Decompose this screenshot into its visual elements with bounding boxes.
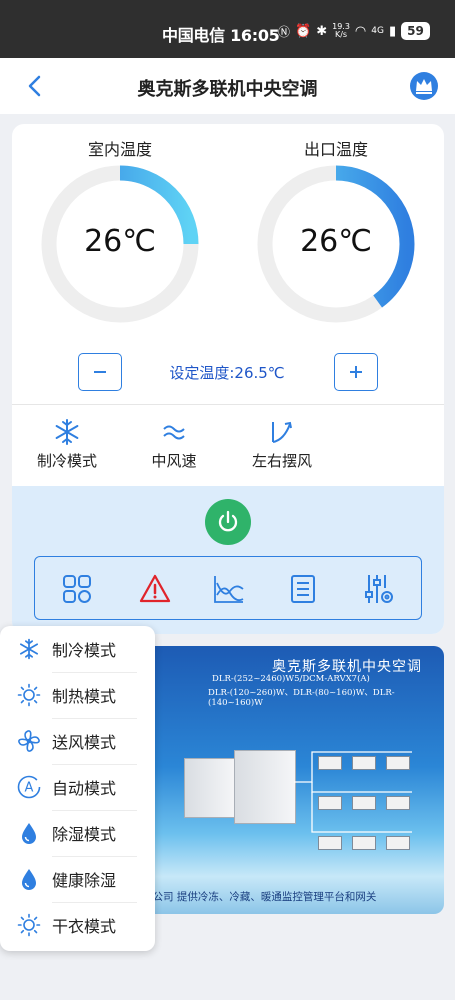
sun-icon — [17, 683, 41, 707]
decrease-temp-button[interactable] — [78, 353, 122, 391]
nav-bar: 奥克斯多联机中央空调 — [0, 58, 455, 114]
list-icon — [291, 575, 315, 603]
snowflake-icon — [55, 419, 79, 445]
alarm-icon: ⏰ — [295, 23, 312, 39]
mode-fan-speed-label: 中风速 — [151, 452, 197, 470]
indoor-temp-value: 26℃ — [84, 224, 156, 259]
auto-icon: A — [17, 775, 41, 799]
net-speed: 19.3 K/s — [332, 23, 350, 39]
menu-item-dehumidify[interactable]: 除湿模式 — [0, 810, 155, 856]
settings-button[interactable] — [361, 571, 397, 607]
menu-item-healthy-dehumidify[interactable]: 健康除湿 — [0, 856, 155, 902]
outlet-temp-label: 出口温度 — [303, 140, 368, 159]
menu-item-auto[interactable]: A 自动模式 — [0, 764, 155, 810]
control-card: 室内温度 26℃ 出口温度 26℃ 设定温度:26.5℃ 制冷模式 中风速 左右… — [12, 124, 444, 634]
swing-icon — [272, 421, 292, 443]
banner-model-line2: DLR-(120~260)W、DLR-(80~160)W、DLR-(140~16… — [208, 688, 395, 708]
power-button[interactable] — [205, 499, 251, 545]
chart-button[interactable] — [211, 571, 247, 607]
battery-indicator: 59 — [401, 22, 430, 40]
function-toolbar — [34, 556, 422, 620]
droplet-icon — [22, 823, 36, 844]
indoor-unit — [352, 836, 376, 850]
menu-item-cooling[interactable]: 制冷模式 — [0, 626, 155, 672]
grid-button[interactable] — [59, 571, 95, 607]
settings-sliders-icon — [365, 575, 393, 603]
indoor-unit — [318, 836, 342, 850]
crown-icon[interactable] — [409, 71, 439, 101]
indoor-unit — [318, 796, 342, 810]
page-title: 奥克斯多联机中央空调 — [137, 79, 318, 100]
menu-item-label: 送风模式 — [52, 733, 117, 752]
indoor-unit — [386, 756, 410, 770]
carrier-time: 中国电信 16:05 — [162, 26, 280, 45]
menu-item-dry-clothes[interactable]: 干衣模式 — [0, 902, 155, 948]
snowflake-icon — [19, 638, 39, 660]
mode-dropdown-menu: 制冷模式 制热模式 送风模式 A 自动模式 除湿模式 健康除湿 干衣模式 — [0, 626, 155, 951]
mode-swing[interactable]: 左右摆风 — [245, 418, 319, 471]
nfc-icon: Ⓝ — [278, 24, 291, 39]
svg-text:A: A — [25, 781, 34, 796]
fan-icon — [18, 730, 40, 752]
menu-item-label: 健康除湿 — [52, 871, 117, 890]
grid-icon — [63, 575, 91, 603]
banner-title: 奥克斯多联机中央空调 — [272, 659, 422, 675]
warning-icon — [139, 574, 171, 603]
menu-item-fan[interactable]: 送风模式 — [0, 718, 155, 764]
net-speed-unit: K/s — [334, 30, 348, 39]
plus-icon — [350, 366, 362, 378]
droplet-icon — [22, 869, 36, 890]
indoor-unit — [318, 756, 342, 770]
banner-model-line1: DLR-(252~2460)W5/DCM-ARVX7(A) — [212, 674, 370, 684]
indoor-unit — [386, 836, 410, 850]
bluetooth-icon: ✱ — [316, 23, 328, 39]
menu-item-label: 除湿模式 — [52, 825, 117, 844]
power-icon — [218, 510, 238, 532]
divider — [12, 404, 444, 405]
signal-icon: ▮ — [388, 23, 397, 39]
indoor-temp-label: 室内温度 — [87, 140, 152, 159]
menu-item-label: 制热模式 — [52, 687, 117, 706]
sun-icon — [17, 913, 41, 937]
indoor-unit — [352, 796, 376, 810]
wind-icon — [163, 425, 185, 440]
banner-footer: 限公司 提供冷冻、冷藏、暖通监控管理平台和网关 — [142, 891, 377, 903]
mode-fan-speed[interactable]: 中风速 — [142, 418, 206, 471]
indoor-unit — [386, 796, 410, 810]
network-type: 4G — [371, 26, 384, 36]
menu-item-label: 自动模式 — [52, 779, 117, 798]
status-icons: Ⓝ ⏰ ✱ 19.3 K/s ◠ 4G ▮ 59 — [278, 22, 430, 40]
outdoor-unit-image — [184, 758, 236, 818]
increase-temp-button[interactable] — [334, 353, 378, 391]
chart-icon — [214, 576, 244, 603]
setpoint-temp: 设定温度:26.5℃ — [169, 364, 285, 382]
menu-item-label: 干衣模式 — [52, 917, 117, 936]
status-bar: 中国电信 16:05 Ⓝ ⏰ ✱ 19.3 K/s ◠ 4G ▮ 59 — [0, 0, 455, 58]
menu-item-label: 制冷模式 — [52, 641, 117, 660]
control-panel — [12, 486, 444, 634]
alarm-button[interactable] — [137, 571, 173, 607]
mode-cooling[interactable]: 制冷模式 — [30, 418, 104, 471]
menu-item-heating[interactable]: 制热模式 — [0, 672, 155, 718]
mode-swing-label: 左右摆风 — [251, 452, 312, 470]
mode-cooling-label: 制冷模式 — [36, 452, 97, 470]
wifi-icon: ◠ — [354, 23, 367, 39]
outlet-temp-value: 26℃ — [300, 224, 372, 259]
list-button[interactable] — [285, 571, 321, 607]
indoor-unit — [352, 756, 376, 770]
minus-icon — [94, 371, 106, 373]
